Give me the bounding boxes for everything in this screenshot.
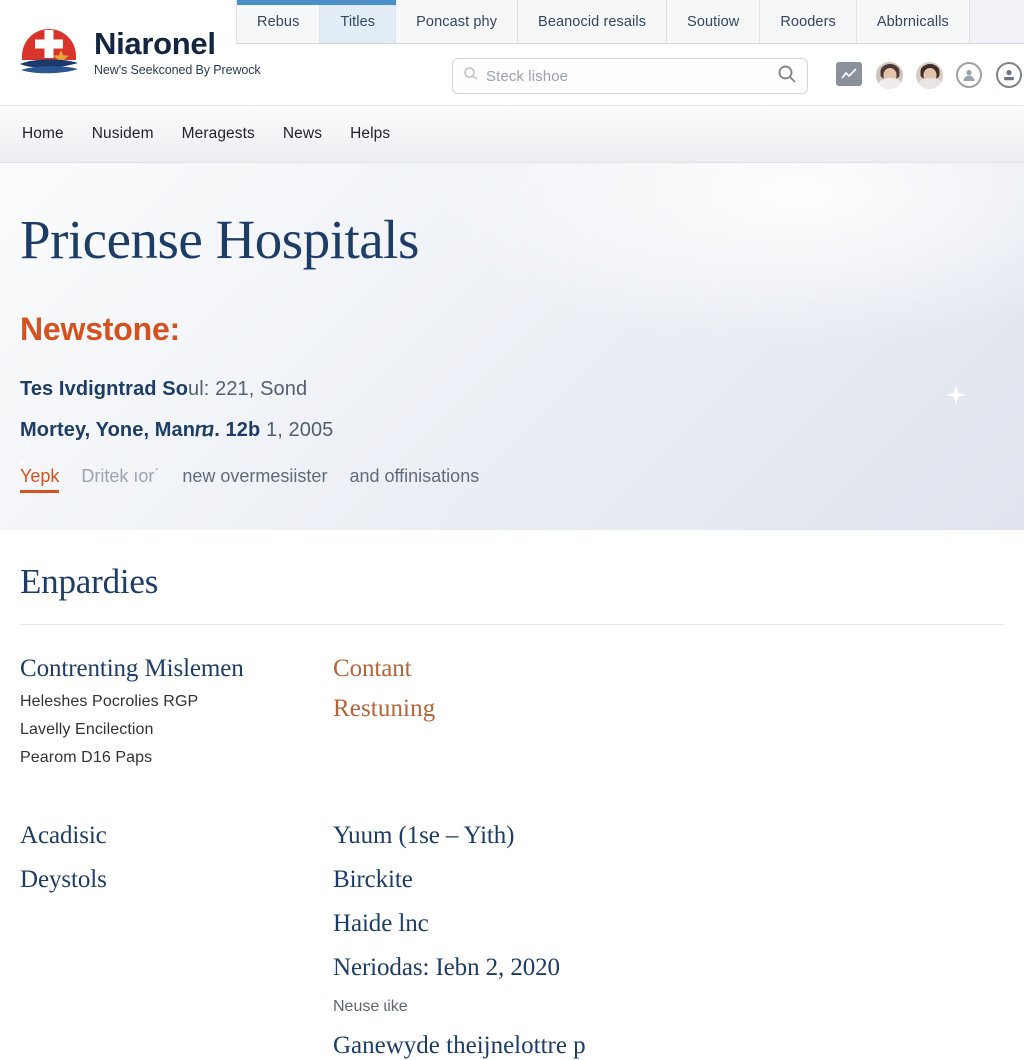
browser-tab-label: Poncast phy — [416, 14, 497, 30]
browser-tab-label: Titles — [340, 14, 375, 30]
search-placeholder: Steck lishoe — [486, 68, 777, 85]
group-one-left-column: Contrenting Mislemen Heleshes Pocrolies … — [20, 655, 333, 767]
nav-item-nusidem[interactable]: Nusidem — [78, 119, 168, 149]
nav-item-meragests[interactable]: Meragests — [168, 119, 269, 149]
browser-tab-rooders[interactable]: Rooders — [760, 0, 857, 43]
browser-tab-rebus[interactable]: Rebus — [236, 0, 320, 43]
brand-tagline: New's Seekconed By Prewock — [94, 63, 261, 77]
brand-logo[interactable]: Niaronel New's Seekconed By Prewock — [16, 20, 261, 82]
hero-meta-1-strong: Tes Ivdigntrad So — [20, 378, 188, 400]
hero-link-dritek[interactable]: Dritek ıor˙ — [81, 466, 160, 487]
page-title: Pricense Hospitals — [20, 211, 1024, 269]
list-item: Acadisic — [20, 822, 333, 850]
group-one-right-line: Restuning — [333, 695, 1004, 723]
list-item: Haide lnc — [333, 910, 1004, 938]
search-icon[interactable] — [777, 64, 797, 89]
list-item: Deystols — [20, 866, 333, 894]
browser-tab-poncast-phy[interactable]: Poncast phy — [396, 0, 518, 43]
browser-tab-label: Beanocid resails — [538, 14, 646, 30]
list-item: Heleshes Pocrolies RGP — [20, 693, 333, 711]
browser-tab-abbrnicalls[interactable]: Abbrnicalls — [857, 0, 970, 43]
main-navigation: Home Nusidem Meragests News Helps — [0, 106, 1024, 163]
header-icon-group — [836, 62, 1022, 88]
hero-meta-2-strong: Mortey, Yone, Manⴊ. 12b — [20, 419, 260, 441]
hero-link-yepk[interactable]: Yepk — [20, 466, 59, 493]
nav-item-news[interactable]: News — [269, 119, 336, 149]
browser-tab-strip: Rebus Titles Poncast phy Beanocid resail… — [236, 0, 1024, 44]
section-title: Enpardies — [20, 562, 1004, 602]
hero-meta-2-rest: 1, 2005 — [260, 419, 333, 441]
list-item-date: Neriodas: Iebn 2, 2020 — [333, 954, 1004, 982]
browser-tab-label: Abbrnicalls — [877, 14, 949, 30]
account-circle-icon[interactable] — [956, 62, 982, 88]
hero-link-and-offinisations[interactable]: and offinisations — [349, 466, 479, 487]
hero-link-new-overmesiister[interactable]: new overmesiister — [182, 466, 327, 487]
browser-tab-label: Soutiow — [687, 14, 739, 30]
hero-link-row: Yepk Dritek ıor˙ new overmesiister and o… — [20, 466, 1024, 493]
hero-meta-1-rest: ul: 221, Sond — [188, 378, 307, 400]
avatar-one[interactable] — [876, 62, 902, 88]
group-two-left-column: Acadisic Deystols — [20, 822, 333, 1060]
nav-item-home[interactable]: Home — [8, 119, 78, 149]
search-input[interactable]: Steck lishoe — [452, 58, 808, 94]
nav-item-helps[interactable]: Helps — [336, 119, 404, 149]
list-item: Yuum (1se – Yith) — [333, 822, 1004, 850]
search-small-icon — [463, 66, 479, 87]
content-group-two: Acadisic Deystols Yuum (1se – Yith) Birc… — [20, 822, 1004, 1060]
browser-tab-soutiow[interactable]: Soutiow — [667, 0, 760, 43]
user-badge-icon[interactable] — [996, 62, 1022, 88]
group-one-right-heading: Contant — [333, 655, 1004, 683]
section-divider — [20, 624, 1004, 625]
group-one-right-column: Contant Restuning — [333, 655, 1004, 767]
hero-meta-line-2: Mortey, Yone, Manⴊ. 12b 1, 2005 — [20, 417, 1024, 442]
content-section: Enpardies Contrenting Mislemen Heleshes … — [0, 530, 1024, 1024]
hero-banner: Pricense Hospitals Newstone: Tes Ivdignt… — [0, 163, 1024, 530]
content-group-one: Contrenting Mislemen Heleshes Pocrolies … — [20, 655, 1004, 767]
hero-meta-line-1: Tes Ivdigntrad Soul: 221, Sond — [20, 378, 1024, 401]
list-item: Pearom D16 Paps — [20, 749, 333, 767]
browser-tab-titles[interactable]: Titles — [320, 0, 396, 43]
list-item: Lavelly Encilection — [20, 721, 333, 739]
group-two-right-small-note: Neuse ɩike — [333, 998, 1004, 1016]
chart-tile-icon[interactable] — [836, 62, 862, 88]
browser-tab-label: Rebus — [257, 14, 299, 30]
red-cross-wave-logo-icon — [16, 20, 82, 82]
group-two-right-column: Yuum (1se – Yith) Birckite Haide lnc Ner… — [333, 822, 1004, 1060]
browser-tab-beanocid-resails[interactable]: Beanocid resails — [518, 0, 667, 43]
group-two-right-clipped-line: Ganewyde theijnelottre p — [333, 1032, 1004, 1060]
browser-tab-label: Rooders — [780, 14, 836, 30]
group-one-left-heading: Contrenting Mislemen — [20, 655, 333, 683]
list-item: Birckite — [333, 866, 1004, 894]
hero-kicker: Newstone: — [20, 311, 1024, 348]
avatar-two[interactable] — [916, 62, 942, 88]
